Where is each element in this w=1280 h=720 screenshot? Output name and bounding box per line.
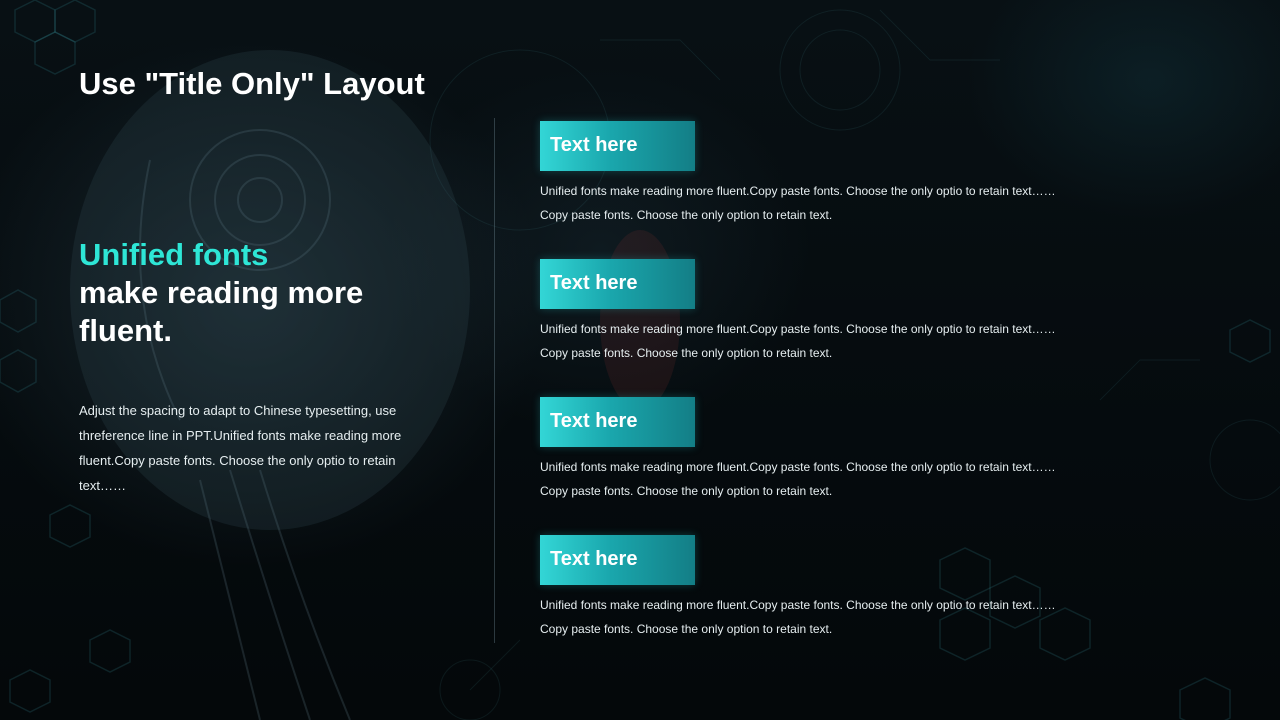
text-block-3: Text here Unified fonts make reading mor… xyxy=(540,397,1140,503)
text-block-4-line-2: Copy paste fonts. Choose the only option… xyxy=(540,622,833,636)
headline: Unified fonts make reading more fluent. xyxy=(79,236,459,350)
text-block-4-description: Unified fonts make reading more fluent.C… xyxy=(540,593,1120,641)
slide: Use "Title Only" Layout Unified fonts ma… xyxy=(0,0,1280,720)
text-block-4-line-1: Unified fonts make reading more fluent.C… xyxy=(540,598,1056,612)
text-block-2-line-1: Unified fonts make reading more fluent.C… xyxy=(540,322,1056,336)
text-block-1: Text here Unified fonts make reading mor… xyxy=(540,121,1140,227)
text-block-2: Text here Unified fonts make reading mor… xyxy=(540,259,1140,365)
text-block-1-label: Text here xyxy=(540,121,695,171)
text-block-3-line-1: Unified fonts make reading more fluent.C… xyxy=(540,460,1056,474)
text-block-4-label: Text here xyxy=(540,535,695,585)
text-block-2-line-2: Copy paste fonts. Choose the only option… xyxy=(540,346,833,360)
text-block-4: Text here Unified fonts make reading mor… xyxy=(540,535,1140,641)
text-block-1-line-2: Copy paste fonts. Choose the only option… xyxy=(540,208,833,222)
vertical-divider xyxy=(494,118,495,643)
text-block-3-label: Text here xyxy=(540,397,695,447)
text-block-3-description: Unified fonts make reading more fluent.C… xyxy=(540,455,1120,503)
headline-accent: Unified fonts xyxy=(79,237,269,272)
text-block-3-line-2: Copy paste fonts. Choose the only option… xyxy=(540,484,833,498)
text-block-1-line-1: Unified fonts make reading more fluent.C… xyxy=(540,184,1056,198)
slide-title: Use "Title Only" Layout xyxy=(79,66,425,101)
body-text: Adjust the spacing to adapt to Chinese t… xyxy=(79,403,402,493)
text-block-2-description: Unified fonts make reading more fluent.C… xyxy=(540,317,1120,365)
text-block-1-description: Unified fonts make reading more fluent.C… xyxy=(540,179,1120,227)
text-block-2-label: Text here xyxy=(540,259,695,309)
headline-rest: make reading more fluent. xyxy=(79,275,364,348)
